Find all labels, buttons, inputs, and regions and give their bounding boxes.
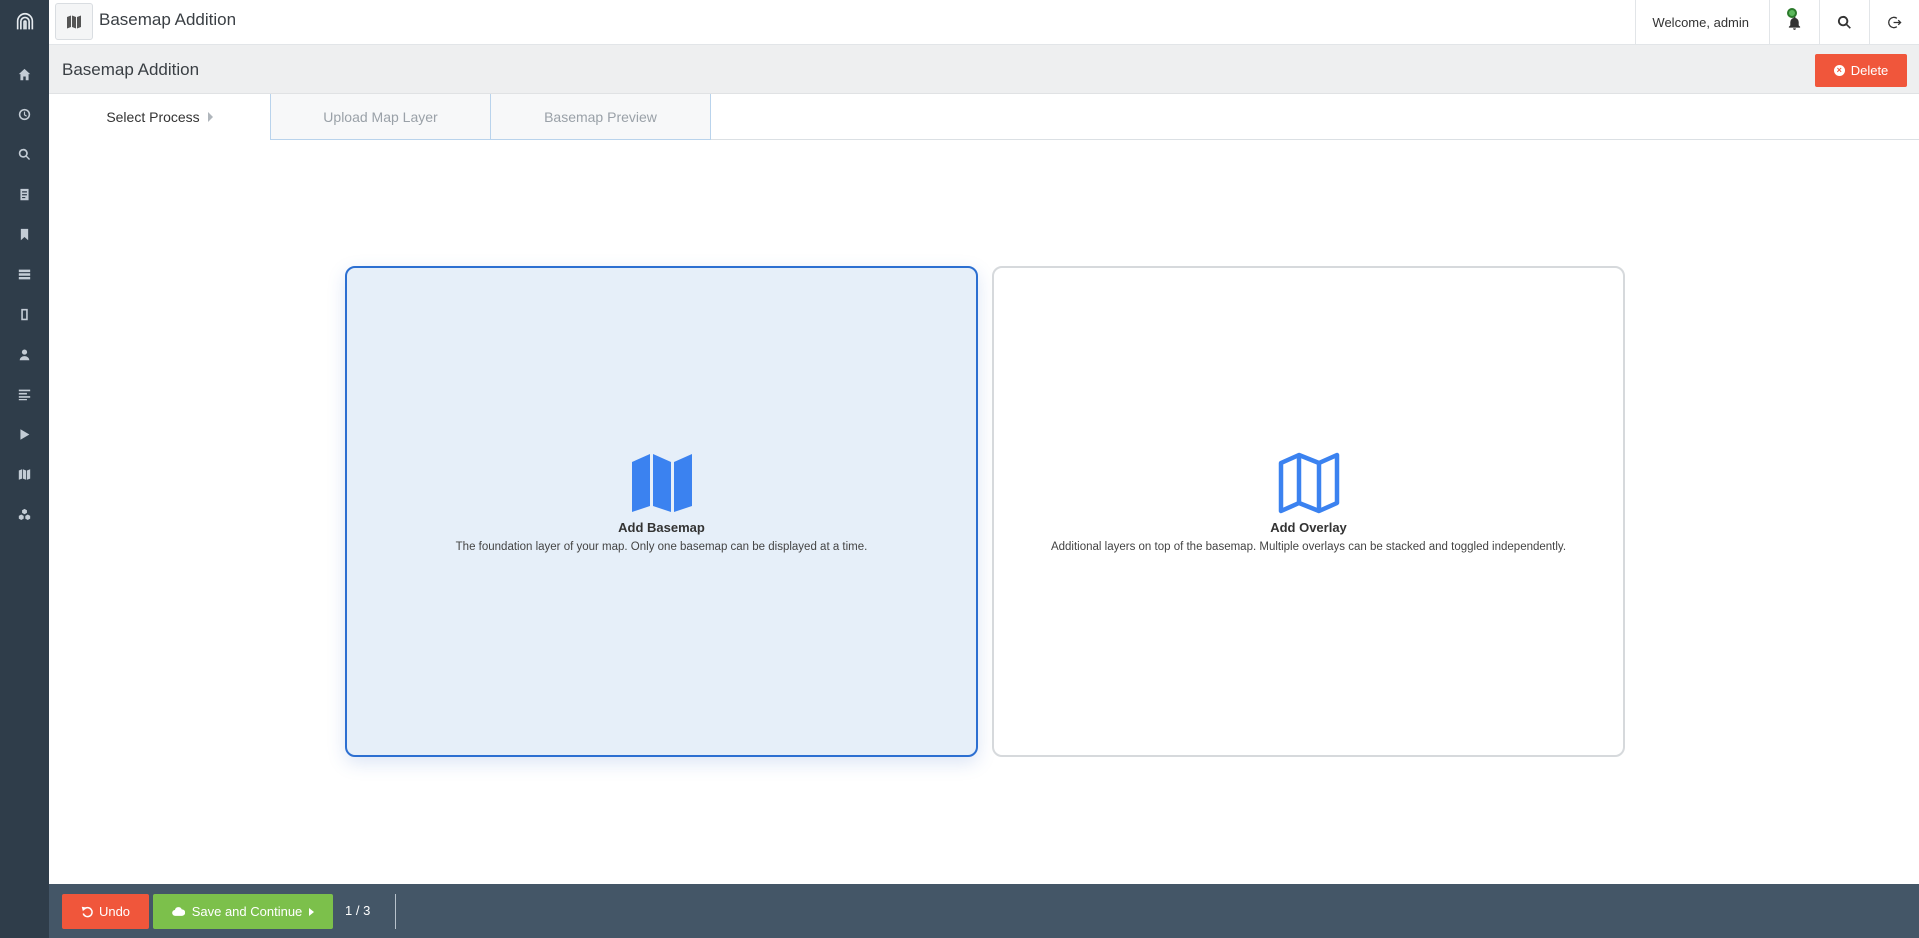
undo-button-label: Undo [98, 904, 131, 919]
delete-button-label: Delete [1850, 63, 1889, 78]
undo-icon [81, 906, 93, 917]
sidebar-item-home[interactable] [0, 54, 49, 94]
map-icon [18, 468, 31, 480]
document-icon [20, 188, 29, 200]
sidebar-item-reports[interactable] [0, 374, 49, 414]
sidebar-item-history[interactable] [0, 94, 49, 134]
logout-icon [1888, 16, 1902, 29]
bookmark-icon [20, 228, 29, 240]
logout-button[interactable] [1869, 0, 1919, 45]
caret-right-icon [309, 907, 315, 916]
list-icon [18, 269, 31, 279]
sidebar-item-bookmarks[interactable] [0, 214, 49, 254]
page-title: Basemap Addition [62, 60, 200, 79]
sidebar-item-maps[interactable] [0, 454, 49, 494]
delete-button[interactable]: × Delete [1815, 54, 1907, 87]
map-icon [67, 15, 81, 28]
step-label: Upload Map Layer [323, 108, 438, 125]
add-overlay-card[interactable]: Add Overlay Additional layers on top of … [992, 266, 1625, 757]
welcome-text: Welcome, admin [1635, 0, 1769, 45]
step-label: Select Process [106, 109, 200, 125]
card-title: Add Overlay [1270, 520, 1347, 535]
cloud-upload-icon [171, 907, 185, 916]
sidebar-item-modules[interactable] [0, 494, 49, 534]
book-icon [21, 308, 28, 320]
undo-button[interactable]: Undo [62, 894, 149, 929]
map-filled-icon [631, 454, 692, 512]
search-button[interactable] [1819, 0, 1869, 45]
sidebar-nav [0, 54, 49, 534]
play-icon [20, 428, 30, 440]
step-label: Basemap Preview [544, 108, 657, 125]
top-bar: Basemap Addition Welcome, admin [49, 0, 1919, 45]
card-description: The foundation layer of your map. Only o… [455, 541, 868, 553]
page-header: Basemap Addition × Delete [49, 45, 1919, 94]
fingerprint-logo-icon [16, 12, 33, 30]
search-icon [18, 148, 31, 160]
sidebar-item-play[interactable] [0, 414, 49, 454]
caret-right-icon [207, 112, 213, 122]
home-icon [18, 68, 31, 80]
sidebar-item-search[interactable] [0, 134, 49, 174]
divider [395, 894, 396, 929]
map-outline-icon [1278, 452, 1339, 514]
cubes-icon [18, 508, 31, 520]
step-tabs: Select Process Upload Map Layer Basemap … [49, 94, 1919, 140]
sidebar [0, 0, 49, 938]
save-button-label: Save and Continue [191, 904, 303, 919]
close-circle-icon: × [1833, 65, 1845, 76]
app-title: Basemap Addition [99, 10, 237, 29]
logo[interactable] [0, 0, 49, 44]
search-icon [1837, 15, 1851, 29]
sidebar-item-documents[interactable] [0, 174, 49, 214]
step-upload-map-layer[interactable]: Upload Map Layer [270, 94, 491, 140]
step-select-process[interactable]: Select Process [49, 94, 270, 140]
sidebar-item-book[interactable] [0, 294, 49, 334]
align-left-icon [18, 389, 31, 400]
card-title: Add Basemap [618, 520, 705, 535]
sidebar-item-users[interactable] [0, 334, 49, 374]
clock-icon [18, 108, 31, 120]
step-basemap-preview[interactable]: Basemap Preview [490, 94, 711, 140]
app-icon-button[interactable] [55, 3, 93, 40]
footer-toolbar: Undo Save and Continue 1 / 3 [49, 884, 1919, 938]
step-counter: 1 / 3 [345, 903, 371, 918]
add-basemap-card[interactable]: Add Basemap The foundation layer of your… [345, 266, 978, 757]
user-icon [19, 348, 30, 360]
notification-dot [1787, 8, 1797, 18]
save-and-continue-button[interactable]: Save and Continue [153, 894, 333, 929]
notifications-button[interactable] [1769, 0, 1819, 45]
sidebar-item-list[interactable] [0, 254, 49, 294]
topbar-actions: Welcome, admin [1635, 0, 1919, 45]
card-description: Additional layers on top of the basemap.… [1050, 541, 1567, 553]
